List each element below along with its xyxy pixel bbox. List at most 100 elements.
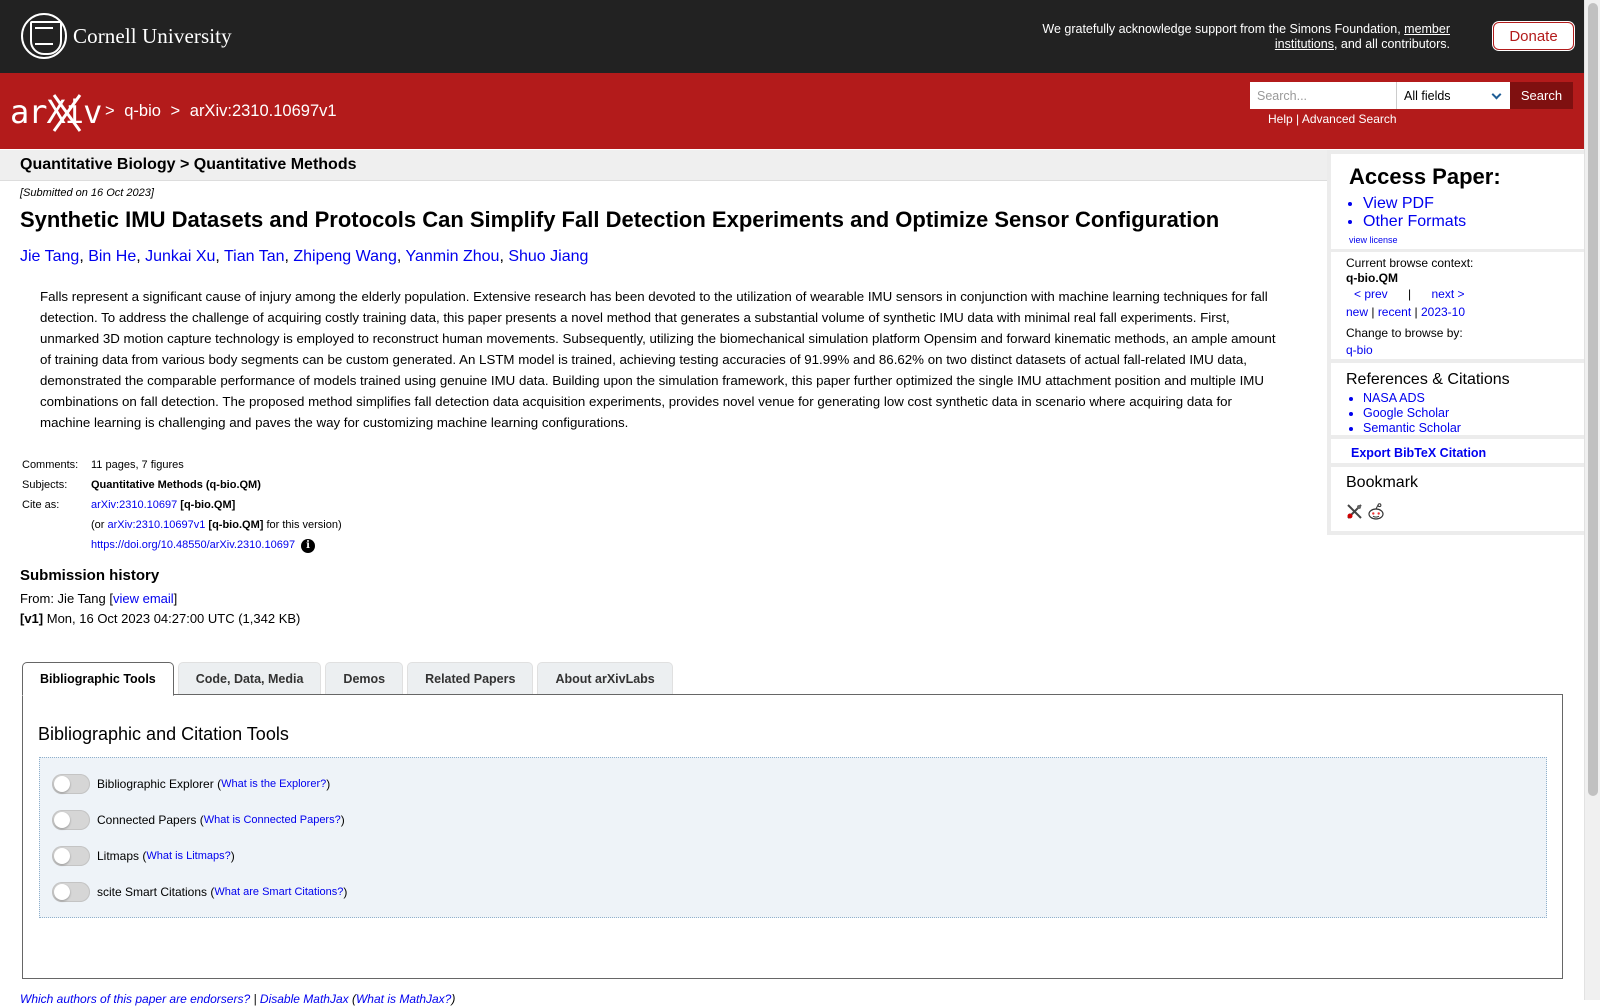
tab-code-data-media[interactable]: Code, Data, Media: [177, 662, 322, 694]
browse-context-box: Current browse context: q-bio.QM < prev …: [1331, 252, 1585, 359]
tab-bibliographic-tools[interactable]: Bibliographic Tools: [22, 662, 174, 696]
author-link[interactable]: Tian Tan: [224, 248, 284, 265]
tools-box: Bibliographic Explorer (What is the Expl…: [39, 757, 1547, 918]
cite-version-row: (or arXiv:2310.10697v1 [q-bio.QM] for th…: [20, 516, 344, 536]
breadcrumb-sep: >: [105, 102, 115, 120]
month-link[interactable]: 2023-10: [1421, 305, 1465, 319]
tool-help-link[interactable]: What is Litmaps?: [146, 850, 230, 862]
arxiv-logo-icon: arXiv: [10, 93, 102, 132]
cite-version-link[interactable]: arXiv:2310.10697v1: [108, 519, 206, 531]
recent-link[interactable]: recent: [1378, 305, 1411, 319]
bibliographic-explorer-toggle[interactable]: [52, 774, 90, 794]
tool-help-link[interactable]: What is the Explorer?: [221, 778, 326, 790]
info-icon[interactable]: i: [301, 539, 316, 553]
comments-value: 11 pages, 7 figures: [91, 459, 184, 471]
breadcrumb-paper-id: arXiv:2310.10697v1: [189, 102, 337, 120]
cornell-name: Cornell University: [73, 23, 232, 48]
search-field-select[interactable]: All fields: [1396, 82, 1510, 109]
what-is-mathjax-link[interactable]: What is MathJax?: [356, 992, 451, 1006]
author-link[interactable]: Shuo Jiang: [508, 248, 588, 265]
bookmark-title: Bookmark: [1346, 474, 1419, 491]
scite-toggle[interactable]: [52, 882, 90, 902]
metadata-table: Comments: 11 pages, 7 figures Subjects: …: [20, 456, 344, 557]
arxiv-logo[interactable]: arXiv: [10, 91, 102, 132]
cite-row: Cite as: arXiv:2310.10697 [q-bio.QM]: [20, 496, 344, 516]
reddit-icon[interactable]: [1367, 503, 1385, 521]
view-email-link[interactable]: view email: [113, 591, 174, 606]
bookmark-box: Bookmark: [1331, 467, 1585, 531]
change-browse-label: Change to browse by:: [1346, 326, 1463, 340]
other-formats-link[interactable]: Other Formats: [1363, 213, 1466, 231]
cornell-logo[interactable]: Cornell University: [21, 13, 232, 59]
submission-date: [Submitted on 16 Oct 2023]: [20, 187, 154, 199]
breadcrumb-sep: >: [170, 102, 181, 120]
nasa-ads-link[interactable]: NASA ADS: [1363, 391, 1461, 406]
litmaps-toggle[interactable]: [52, 846, 90, 866]
scrollbar-thumb[interactable]: [1588, 3, 1598, 796]
tool-help-link[interactable]: What are Smart Citations?: [214, 886, 343, 898]
cite-label: Cite as:: [22, 499, 60, 511]
browse-context-value: q-bio.QM: [1346, 271, 1398, 285]
subjects-row: Subjects: Quantitative Methods (q-bio.QM…: [20, 476, 344, 496]
support-text: We gratefully acknowledge support from t…: [1042, 22, 1450, 51]
endorsers-link[interactable]: Which authors of this paper are endorser…: [20, 992, 250, 1006]
cite-id-link[interactable]: arXiv:2310.10697: [91, 499, 177, 511]
subjects-value: Quantitative Methods (q-bio.QM): [91, 479, 261, 491]
tool-row: Connected Papers (What is Connected Pape…: [52, 810, 345, 830]
browse-list-links: new | recent | 2023-10: [1346, 305, 1466, 319]
tool-row: Bibliographic Explorer (What is the Expl…: [52, 774, 330, 794]
browse-context-label: Current browse context:: [1346, 256, 1474, 270]
author-link[interactable]: Jie Tang: [20, 248, 79, 265]
access-paper-box: Access Paper: View PDF Other Formats vie…: [1331, 154, 1585, 249]
search-input[interactable]: Search...: [1250, 82, 1396, 109]
view-license-link[interactable]: view license: [1349, 235, 1398, 245]
subject-header: Quantitative Biology > Quantitative Meth…: [0, 150, 1327, 181]
sidebar: Access Paper: View PDF Other Formats vie…: [1327, 150, 1585, 535]
tab-about-arxivlabs[interactable]: About arXivLabs: [537, 662, 673, 694]
bibtex-box: Export BibTeX Citation: [1331, 439, 1585, 463]
doi-row: https://doi.org/10.48550/arXiv.2310.1069…: [20, 536, 344, 557]
semantic-scholar-link[interactable]: Semantic Scholar: [1363, 421, 1461, 436]
author-link[interactable]: Yanmin Zhou: [405, 248, 499, 265]
prev-link[interactable]: < prev: [1354, 287, 1388, 301]
donate-button[interactable]: Donate: [1493, 22, 1574, 50]
export-bibtex-link[interactable]: Export BibTeX Citation: [1351, 446, 1486, 460]
disable-mathjax-link[interactable]: Disable MathJax: [260, 992, 349, 1006]
breadcrumb-archive[interactable]: q-bio: [124, 102, 161, 120]
subjects-label: Subjects:: [22, 479, 68, 491]
access-paper-title: Access Paper:: [1349, 164, 1501, 189]
search-button[interactable]: Search: [1510, 82, 1573, 109]
google-scholar-link[interactable]: Google Scholar: [1363, 406, 1461, 421]
abstract: Falls represent a significant cause of i…: [40, 289, 1276, 430]
new-link[interactable]: new: [1346, 305, 1368, 319]
bibsonomy-icon[interactable]: [1346, 503, 1363, 520]
comments-row: Comments: 11 pages, 7 figures: [20, 456, 344, 476]
tool-help-link[interactable]: What is Connected Papers?: [204, 814, 341, 826]
bookmark-icons: [1346, 503, 1385, 521]
comments-label: Comments:: [22, 459, 79, 471]
tool-row: Litmaps (What is Litmaps?): [52, 846, 235, 866]
author-link[interactable]: Zhipeng Wang: [293, 248, 396, 265]
change-browse-link[interactable]: q-bio: [1346, 343, 1373, 357]
page-scrollbar[interactable]: [1584, 0, 1600, 1000]
bottom-links: Which authors of this paper are endorser…: [20, 992, 456, 1006]
help-link[interactable]: Help: [1268, 112, 1293, 126]
author-link[interactable]: Junkai Xu: [145, 248, 215, 265]
connected-papers-toggle[interactable]: [52, 810, 90, 830]
doi-link[interactable]: https://doi.org/10.48550/arXiv.2310.1069…: [91, 539, 295, 551]
tab-panel: Bibliographic and Citation Tools Bibliog…: [22, 694, 1563, 979]
subject-title: Quantitative Biology > Quantitative Meth…: [20, 156, 357, 173]
paper-title: Synthetic IMU Datasets and Protocols Can…: [20, 207, 1220, 232]
view-pdf-link[interactable]: View PDF: [1363, 195, 1466, 213]
advanced-search-link[interactable]: Advanced Search: [1302, 112, 1397, 126]
next-link[interactable]: next >: [1432, 287, 1465, 301]
panel-title: Bibliographic and Citation Tools: [38, 724, 289, 744]
tab-demos[interactable]: Demos: [325, 662, 404, 694]
references-title: References & Citations: [1346, 371, 1510, 388]
search-links: Help | Advanced Search: [1268, 112, 1397, 126]
author-link[interactable]: Bin He: [88, 248, 136, 265]
breadcrumb: > q-bio > arXiv:2310.10697v1: [105, 102, 342, 121]
tab-related-papers[interactable]: Related Papers: [407, 662, 534, 694]
tool-row: scite Smart Citations (What are Smart Ci…: [52, 882, 347, 902]
browse-prev-next: < prev | next >: [1354, 287, 1465, 301]
